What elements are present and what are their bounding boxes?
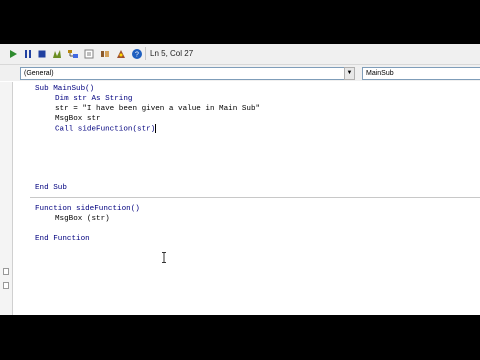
procedure-view-icon[interactable]: [3, 268, 9, 275]
code-line-call[interactable]: Call sideFunction(str): [55, 124, 157, 134]
end-function-text: End Function: [35, 235, 90, 243]
help-icon[interactable]: ?: [131, 48, 143, 60]
code-line-end-function[interactable]: End Function: [35, 234, 90, 244]
code-line-end-sub[interactable]: End Sub: [35, 183, 67, 193]
call-text: Call sideFunction(str): [55, 125, 156, 134]
procedure-combo[interactable]: MainSub: [362, 67, 480, 80]
project-explorer-icon[interactable]: [67, 48, 79, 60]
object-browser-icon[interactable]: [99, 48, 111, 60]
run-icon[interactable]: [7, 48, 19, 60]
function-msgbox-text: MsgBox (str): [55, 215, 110, 223]
toolbox-icon[interactable]: [115, 48, 127, 60]
code-window-combos: (General) ▼ MainSub: [0, 65, 480, 81]
reset-icon[interactable]: [36, 48, 48, 60]
text-cursor-icon: [162, 252, 166, 263]
msgbox-text: MsgBox str: [55, 115, 101, 123]
code-line-dim[interactable]: Dim str As String: [55, 94, 132, 104]
text-caret: [155, 124, 157, 133]
full-module-view-icon[interactable]: [3, 282, 9, 289]
assign-text: str = "I have been given a value in Main…: [55, 105, 261, 113]
standard-toolbar: ? Ln 5, Col 27: [0, 44, 480, 65]
cursor-position-status: Ln 5, Col 27: [145, 47, 193, 60]
dim-text: Dim str As String: [55, 95, 133, 103]
design-mode-icon[interactable]: [51, 48, 63, 60]
code-line-assign[interactable]: str = "I have been given a value in Main…: [55, 104, 260, 114]
code-line-function-header[interactable]: Function sideFunction(): [35, 204, 140, 214]
code-margin: [0, 82, 13, 315]
chevron-down-icon[interactable]: ▼: [344, 67, 355, 80]
end-sub-text: End Sub: [35, 184, 67, 192]
break-icon[interactable]: [22, 48, 34, 60]
properties-icon[interactable]: [83, 48, 95, 60]
sub-header-text: Sub MainSub(): [35, 85, 95, 93]
function-header-text: Function sideFunction(): [35, 205, 140, 213]
procedure-separator: [30, 197, 480, 198]
object-combo[interactable]: (General): [20, 67, 347, 80]
code-line-function-msgbox[interactable]: MsgBox (str): [55, 214, 110, 224]
code-line-sub-header[interactable]: Sub MainSub(): [35, 84, 94, 94]
svg-text:?: ?: [135, 52, 139, 59]
code-line-msgbox[interactable]: MsgBox str: [55, 114, 101, 124]
